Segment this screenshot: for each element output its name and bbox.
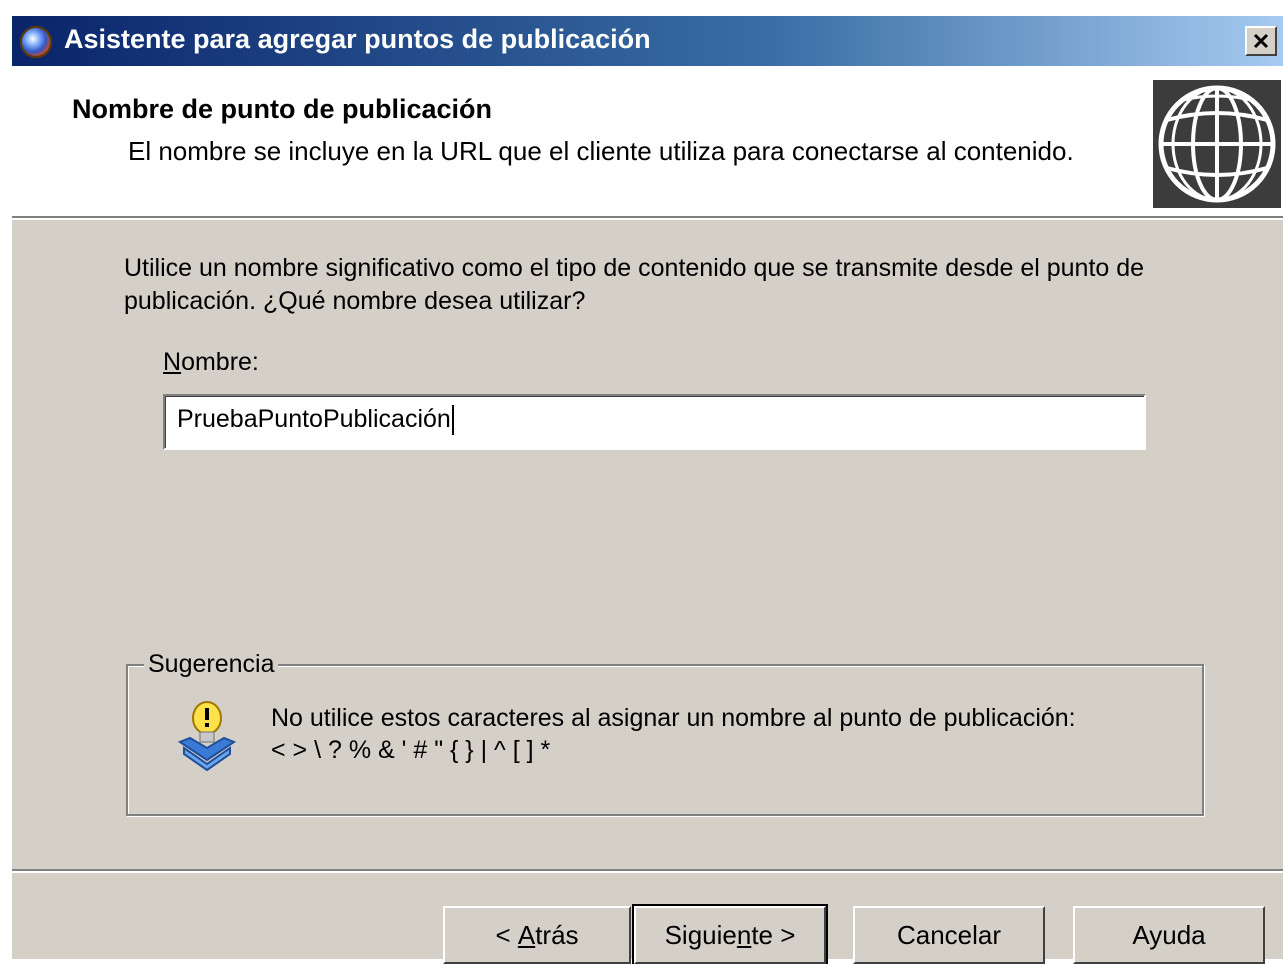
name-input[interactable]: PruebaPuntoPublicación <box>163 394 1146 450</box>
wizard-header: Nombre de punto de publicación El nombre… <box>12 66 1283 218</box>
back-mnemonic: A <box>517 919 536 950</box>
back-button[interactable]: < Atrás <box>443 906 631 964</box>
next-button[interactable]: Siguie n te > <box>632 904 828 964</box>
name-label-rest: ombre: <box>181 348 259 376</box>
prompt-text: Utilice un nombre significativo como el … <box>124 254 1145 315</box>
tip-groupbox: Sugerencia No utilice estos caracteres a… <box>126 650 1204 816</box>
globe-icon <box>1153 80 1281 208</box>
cancel-label: Cancelar <box>896 919 1002 950</box>
window-title: Asistente para agregar puntos de publica… <box>64 24 651 54</box>
close-button[interactable] <box>1245 26 1277 56</box>
tip-line-2: < > \ ? % & ' # " { } | ^ [ ] * <box>271 736 551 764</box>
name-input-value-wrap: PruebaPuntoPublicación <box>177 405 454 436</box>
header-divider <box>12 218 1283 220</box>
footer-divider-highlight <box>12 871 1283 873</box>
next-prefix: Siguie <box>664 919 737 950</box>
next-rest: te > <box>751 919 796 950</box>
close-icon <box>1253 33 1269 49</box>
title-bar[interactable]: Asistente para agregar puntos de publica… <box>12 16 1283 66</box>
tip-text: No utilice estos caracteres al asignar u… <box>271 702 1076 766</box>
next-mnemonic: n <box>736 919 752 950</box>
page-subtitle: El nombre se incluye en la URL que el cl… <box>128 136 1074 166</box>
name-label-mnemonic: N <box>163 348 182 376</box>
tip-line-1: No utilice estos caracteres al asignar u… <box>271 704 1076 732</box>
back-rest: trás <box>535 919 579 950</box>
help-label: Ayuda <box>1132 919 1206 950</box>
tip-lightbulb-icon <box>177 701 237 772</box>
back-prefix: < <box>495 919 518 950</box>
name-label: Nombre: <box>163 348 259 377</box>
help-button[interactable]: Ayuda <box>1073 906 1265 964</box>
tip-legend: Sugerencia <box>144 650 279 679</box>
wizard-window: Asistente para agregar puntos de publica… <box>10 14 1283 964</box>
app-globe-icon <box>20 26 52 58</box>
text-caret <box>451 405 454 436</box>
cancel-button[interactable]: Cancelar <box>853 906 1045 964</box>
name-input-value: PruebaPuntoPublicación <box>177 405 451 433</box>
page-title: Nombre de punto de publicación <box>72 94 493 124</box>
